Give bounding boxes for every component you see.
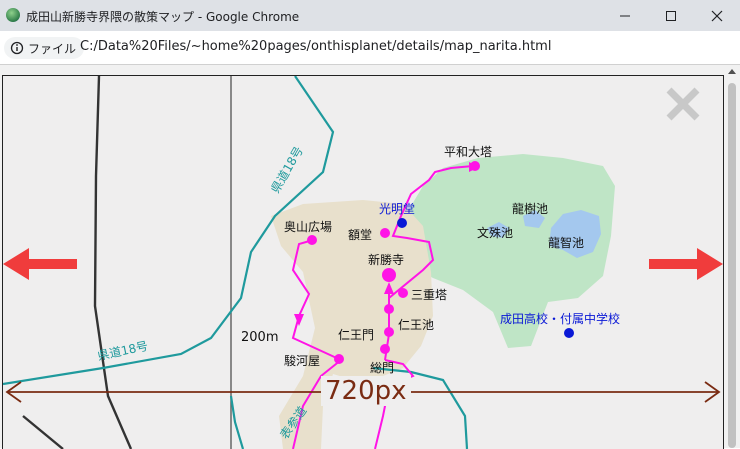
scroll-up-arrow-icon[interactable] — [728, 69, 736, 74]
label-sanjunoto: 三重塔 — [411, 288, 448, 302]
poi-heiwa-taito[interactable] — [470, 161, 480, 171]
info-icon — [10, 41, 24, 55]
map-close-icon[interactable] — [666, 87, 700, 121]
poi-gakudo[interactable] — [380, 228, 390, 238]
site-info-chip[interactable]: ファイル — [4, 37, 85, 59]
close-window-button[interactable] — [694, 0, 740, 31]
label-nioike: 仁王池 — [398, 318, 435, 332]
page-content: 平和大塔 光明堂 奥山広場 額堂 龍樹池 文殊池 龍智池 新勝寺 三重塔 仁王池… — [0, 65, 740, 449]
poi-komyodo[interactable] — [397, 218, 407, 228]
road-dark-1 — [93, 76, 133, 449]
maximize-button[interactable] — [648, 0, 694, 31]
poi-okuyama-hiroba[interactable] — [307, 235, 317, 245]
window-title: 成田山新勝寺界隈の散策マップ - Google Chrome — [26, 10, 300, 24]
label-narita-school: 成田高校・付属中学校 — [500, 312, 621, 326]
label-gakudo: 額堂 — [348, 228, 373, 242]
url-text[interactable]: C:/Data%20Files/~home%20pages/onthisplan… — [80, 39, 551, 54]
poi-soumon[interactable] — [380, 344, 390, 354]
label-ryuchiike: 龍智池 — [548, 236, 585, 250]
walking-map: 平和大塔 光明堂 奥山広場 額堂 龍樹池 文殊池 龍智池 新勝寺 三重塔 仁王池… — [2, 75, 724, 449]
site-favicon-icon — [6, 8, 20, 22]
label-scale-200m: 200m — [241, 330, 279, 345]
label-bunshuike: 文殊池 — [477, 226, 514, 240]
poi-nioike[interactable] — [384, 304, 394, 314]
minimize-button[interactable] — [602, 0, 648, 31]
vertical-scrollbar[interactable] — [724, 65, 740, 448]
poi-shinshoji[interactable] — [382, 268, 396, 282]
title-bar: 成田山新勝寺界隈の散策マップ - Google Chrome — [0, 0, 740, 31]
label-surugaya: 駿河屋 — [284, 354, 321, 368]
label-soumon: 総門 — [370, 361, 395, 375]
label-komyodo: 光明堂 — [379, 202, 416, 216]
route-arrow-down — [294, 314, 304, 326]
poi-surugaya[interactable] — [334, 354, 344, 364]
label-ryujuike: 龍樹池 — [512, 202, 549, 216]
site-info-label: ファイル — [28, 41, 77, 56]
poi-sanjunoto[interactable] — [398, 288, 408, 298]
label-okuyama-hiroba: 奥山広場 — [284, 220, 333, 234]
pan-left-arrow-icon[interactable] — [3, 248, 77, 280]
maximize-icon — [666, 10, 676, 21]
close-icon — [711, 10, 723, 21]
scrollbar-thumb[interactable] — [728, 83, 736, 448]
poi-niomon[interactable] — [384, 327, 394, 337]
label-niomon: 仁王門 — [338, 328, 375, 342]
road-teal-3 — [229, 395, 245, 449]
width-measure-label: 720px — [321, 376, 411, 406]
minimize-icon — [620, 15, 630, 16]
road-dark-2 — [22, 415, 64, 449]
label-heiwa-taito: 平和大塔 — [444, 145, 493, 159]
pan-right-arrow-icon[interactable] — [649, 248, 723, 280]
poi-narita-school[interactable] — [564, 328, 574, 338]
label-shinshoji: 新勝寺 — [368, 253, 405, 267]
